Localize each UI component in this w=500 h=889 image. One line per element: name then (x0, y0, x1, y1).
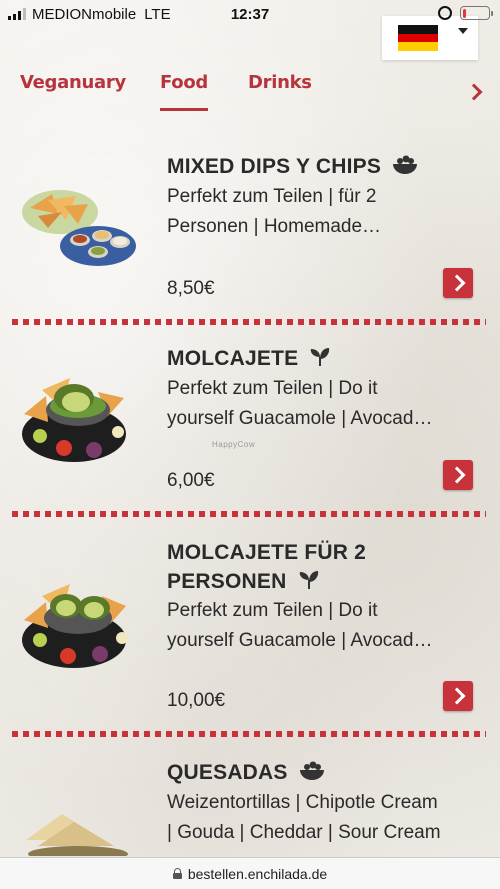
item-title: MOLCAJETE FÜR 2 PERSONEN (167, 541, 367, 593)
item-open-button[interactable] (443, 681, 473, 711)
network-type: LTE (144, 5, 171, 23)
molcajete-image (22, 378, 126, 462)
tab-food[interactable]: Food (160, 72, 208, 111)
bowl-icon (299, 761, 324, 780)
item-price: 10,00€ (167, 690, 226, 711)
tabs-next-arrow-icon[interactable] (465, 83, 483, 101)
clock: 12:37 (230, 5, 270, 23)
item-title: MIXED DIPS Y CHIPS (167, 152, 487, 181)
german-flag-icon (398, 25, 438, 52)
category-tabs: Veganuary Food Drinks (0, 72, 500, 112)
carrier-name: MEDIONmobile (32, 5, 137, 23)
caret-down-icon (458, 28, 468, 34)
url-bar[interactable]: bestellen.enchilada.de (0, 857, 500, 889)
dips-chips-image (22, 190, 136, 266)
item-description: Weizentortillas | Chipotle Cream | Gouda… (167, 792, 441, 843)
lock-icon (172, 868, 182, 879)
item-price: 8,50€ (167, 278, 215, 299)
item-title: MOLCAJETE (167, 344, 487, 373)
status-bar: MEDIONmobile LTE 12:37 (0, 0, 500, 28)
tab-drinks[interactable]: Drinks (248, 72, 312, 93)
vegan-sprout-icon (299, 571, 318, 589)
item-open-button[interactable] (443, 268, 473, 298)
signal-icon (8, 8, 26, 20)
alarm-icon (438, 6, 452, 20)
item-description: Perfekt zum Teilen | Do it yourself Guac… (167, 600, 433, 651)
battery-icon (460, 6, 493, 20)
vegan-sprout-icon (311, 348, 330, 366)
url-text: bestellen.enchilada.de (187, 865, 328, 882)
item-title: QUESADAS (167, 758, 487, 787)
item-open-button[interactable] (443, 460, 473, 490)
molcajete-for-two-image (22, 584, 128, 668)
item-description: Perfekt zum Teilen | Do it yourself Guac… (167, 378, 433, 429)
divider (12, 511, 486, 517)
item-description: Perfekt zum Teilen | für 2 Personen | Ho… (167, 186, 382, 237)
divider (12, 731, 486, 737)
watermark: HappyCow (212, 440, 256, 449)
tab-veganuary[interactable]: Veganuary (20, 72, 126, 93)
bowl-icon (393, 155, 418, 174)
item-price: 6,00€ (167, 470, 215, 491)
divider (12, 319, 486, 325)
quesadas-image (26, 814, 128, 856)
